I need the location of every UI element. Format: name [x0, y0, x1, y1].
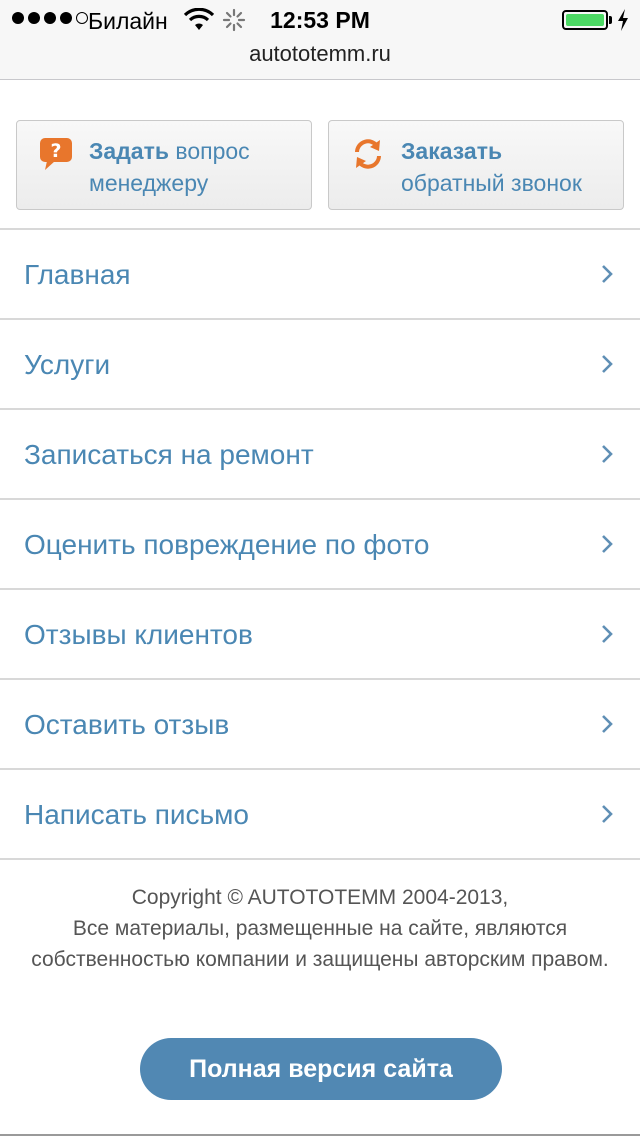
- nav-item-home[interactable]: Главная: [0, 230, 640, 320]
- clock: 12:53 PM: [270, 7, 370, 33]
- address-bar[interactable]: autototemm.ru: [0, 40, 640, 80]
- copyright-line1: Copyright © AUTOTOTEMM 2004-2013,: [131, 886, 509, 909]
- nav-menu: Главная Услуги Записаться на ремонт Оцен…: [0, 228, 640, 860]
- chevron-right-icon: [602, 715, 613, 733]
- nav-item-leave-review[interactable]: Оставить отзыв: [0, 680, 640, 770]
- copyright-line2: Все материалы, размещенные на сайте, явл…: [31, 917, 609, 971]
- ask-manager-bold: Задать: [89, 138, 169, 164]
- ask-manager-rest: вопрос: [169, 138, 250, 164]
- status-bar: Билайн 12:53 PM: [0, 0, 640, 40]
- nav-item-book-repair[interactable]: Записаться на ремонт: [0, 410, 640, 500]
- copyright-notice: Copyright © AUTOTOTEMM 2004-2013, Все ма…: [20, 882, 620, 975]
- battery-tip: [609, 16, 612, 24]
- order-callback-line2: обратный звонок: [401, 170, 582, 196]
- nav-item-label: Оставить отзыв: [24, 709, 230, 740]
- full-version-button[interactable]: Полная версия сайта: [140, 1038, 502, 1100]
- chevron-right-icon: [602, 625, 613, 643]
- svg-text:?: ?: [50, 140, 61, 162]
- chevron-right-icon: [602, 805, 613, 823]
- url-text: autototemm.ru: [249, 41, 391, 66]
- ask-manager-label: Задать вопрос менеджеру: [89, 135, 250, 199]
- nav-item-reviews[interactable]: Отзывы клиентов: [0, 590, 640, 680]
- order-callback-bold: Заказать: [401, 138, 503, 164]
- nav-item-write-letter[interactable]: Написать письмо: [0, 770, 640, 860]
- chevron-right-icon: [602, 445, 613, 463]
- nav-item-label: Главная: [24, 259, 131, 290]
- nav-item-label: Услуги: [24, 349, 111, 380]
- ask-manager-line2: менеджеру: [89, 170, 209, 196]
- chevron-right-icon: [602, 535, 613, 553]
- nav-item-label: Отзывы клиентов: [24, 619, 253, 650]
- nav-item-photo-estimate[interactable]: Оценить повреждение по фото: [0, 500, 640, 590]
- refresh-icon: [355, 139, 381, 169]
- order-callback-label: Заказать обратный звонок: [401, 135, 582, 199]
- charging-bolt-icon: [616, 8, 630, 38]
- nav-item-label: Написать письмо: [24, 799, 249, 830]
- chevron-right-icon: [602, 265, 613, 283]
- order-callback-button[interactable]: Заказать обратный звонок: [328, 120, 624, 210]
- full-version-label: Полная версия сайта: [189, 1055, 453, 1083]
- nav-item-label: Записаться на ремонт: [24, 439, 314, 470]
- nav-item-services[interactable]: Услуги: [0, 320, 640, 410]
- ask-manager-button[interactable]: ? Задать вопрос менеджеру: [16, 120, 312, 210]
- battery-fill: [566, 14, 604, 26]
- chevron-right-icon: [602, 355, 613, 373]
- nav-item-label: Оценить повреждение по фото: [24, 529, 430, 560]
- battery-icon: [562, 10, 608, 30]
- chat-question-icon: ?: [40, 138, 72, 170]
